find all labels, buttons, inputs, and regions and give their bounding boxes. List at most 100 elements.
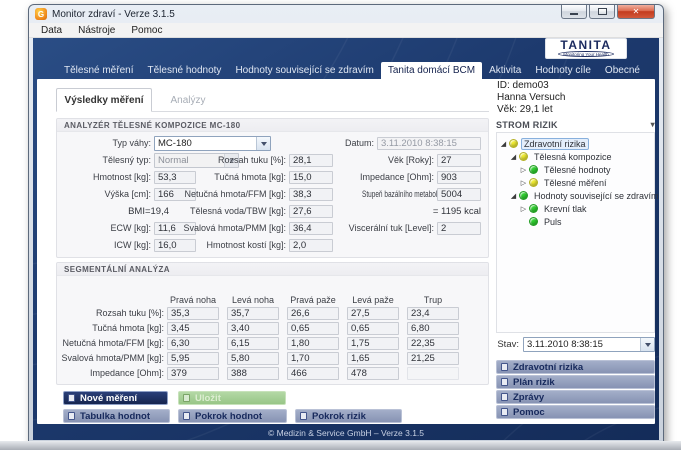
risk-tree-title: STROM RIZIK: [496, 120, 558, 130]
minimize-button[interactable]: [561, 5, 587, 19]
button-icon: [501, 393, 508, 401]
seg-cell: 26,6: [287, 307, 339, 320]
desktop-strip: [0, 441, 681, 450]
seg-cell: 5,95: [167, 352, 219, 365]
tanita-logo-text: TANITA: [560, 40, 611, 51]
icw-label: ICW [kg]:: [57, 239, 151, 252]
tree-item-telesna-kompozice[interactable]: ◢ Tělesná kompozice: [497, 150, 654, 163]
tab-aktivita[interactable]: Aktivita: [482, 62, 528, 79]
col-prava-noha: Pravá noha: [167, 295, 219, 305]
titlebar[interactable]: G Monitor zdraví - Verze 3.1.5 ✕: [29, 5, 663, 23]
telesna-voda-field: 27,6: [289, 205, 333, 218]
button-icon: [68, 412, 75, 420]
metabolismus-label: Stupeň bazálního metabolismu [kJ]:: [362, 188, 434, 201]
risk-status-dot: [529, 178, 538, 187]
stav-select[interactable]: 3.11.2010 8:38:15: [523, 337, 655, 352]
tree-item-puls[interactable]: Puls: [497, 215, 654, 228]
seg-netucna-hmota-label: Netučná hmota/FFM [kg]:: [57, 337, 164, 350]
menu-nastroje[interactable]: Nástroje: [70, 25, 123, 36]
button-label: Zprávy: [513, 392, 544, 403]
zdravotni-rizika-button[interactable]: Zdravotní rizika: [496, 360, 655, 374]
footer-copyright: © Medizin & Service GmbH – Verze 3.1.5: [33, 428, 659, 438]
seg-cell: 6,15: [227, 337, 279, 350]
seg-cell: 35,7: [227, 307, 279, 320]
tree-item-label: Tělesné měření: [541, 177, 610, 189]
seg-tucna-hmota-label: Tučná hmota [kg]:: [57, 322, 164, 335]
seg-cell: 1,70: [287, 352, 339, 365]
visceralni-tuk-label: Viscerální tuk [Level]:: [294, 222, 434, 235]
vyska-label: Výška [cm]:: [57, 188, 151, 201]
risk-status-dot: [529, 204, 538, 213]
app-window: G Monitor zdraví - Verze 3.1.5 ✕ Data Ná…: [28, 4, 664, 445]
tucna-hmota-label: Tučná hmota [kg]:: [167, 171, 286, 184]
analyzer-group: ANALYZÉR TĚLESNÉ KOMPOZICE MC-180 Typ vá…: [56, 118, 489, 258]
seg-rozsah-tuku-label: Rozsah tuku [%]:: [57, 307, 164, 320]
plan-rizik-button[interactable]: Plán rizik: [496, 375, 655, 389]
pomoc-button[interactable]: Pomoc: [496, 405, 655, 419]
seg-cell: 27,5: [347, 307, 399, 320]
risk-tree: ◢ Zdravotní rizika ◢ Tělesná kompozice ▷…: [496, 132, 655, 333]
subtab-vysledky-mereni[interactable]: Výsledky měření: [56, 88, 152, 112]
pokrok-hodnot-button[interactable]: Pokrok hodnot: [178, 409, 287, 423]
tree-item-krevni-tlak[interactable]: ▷ Krevní tlak: [497, 202, 654, 215]
seg-cell: 22,35: [407, 337, 459, 350]
button-label: Tabulka hodnot: [80, 411, 150, 422]
tab-telesne-hodnoty[interactable]: Tělesné hodnoty: [140, 62, 228, 79]
tab-tanita-domaci-bcm[interactable]: Tanita domácí BCM: [381, 62, 482, 79]
tree-expander-icon[interactable]: ▷: [519, 166, 528, 174]
tree-item-telesne-hodnoty[interactable]: ▷ Tělesné hodnoty: [497, 163, 654, 176]
col-prava-paze: Pravá paže: [287, 295, 339, 305]
tree-item-label: Tělesná kompozice: [531, 151, 615, 163]
tree-expander-icon[interactable]: ▷: [519, 179, 528, 187]
nove-mereni-button[interactable]: Nové měření: [63, 391, 168, 405]
tab-hodnoty-souvisejici[interactable]: Hodnoty související se zdravím: [228, 62, 380, 79]
close-button[interactable]: ✕: [617, 5, 655, 19]
datum-field: 3.11.2010 8:38:15: [377, 137, 481, 150]
menu-bar: Data Nástroje Pomoc: [29, 23, 663, 38]
chevron-down-icon: [645, 343, 651, 347]
hmotnost-kosti-field: 2,0: [289, 239, 333, 252]
seg-cell: 3,45: [167, 322, 219, 335]
button-label: Plán rizik: [513, 377, 555, 388]
patient-info: ID: demo03 Hanna Versuch Věk: 29,1 let: [497, 80, 565, 116]
tree-item-telesne-mereni[interactable]: ▷ Tělesné měření: [497, 176, 654, 189]
button-icon: [300, 412, 307, 420]
patient-age: Věk: 29,1 let: [497, 104, 565, 116]
maximize-button[interactable]: [589, 5, 615, 19]
typ-vahy-dropdown-arrow[interactable]: [256, 137, 270, 150]
main-area: TANITA Monitoring Your Health Tělesné mě…: [33, 38, 659, 440]
pokrok-rizik-button[interactable]: Pokrok rizik: [295, 409, 402, 423]
tab-obecne[interactable]: Obecné: [598, 62, 647, 79]
tanita-logo: TANITA Monitoring Your Health: [545, 38, 627, 59]
stav-value: 3.11.2010 8:38:15: [524, 339, 640, 350]
visceralni-tuk-field: 2: [437, 222, 481, 235]
seg-svalova-hmota-label: Svalová hmota/PMM [kg]:: [57, 352, 164, 365]
tabulka-hodnot-button[interactable]: Tabulka hodnot: [63, 409, 170, 423]
seg-cell: 1,80: [287, 337, 339, 350]
seg-impedance-label: Impedance [Ohm]:: [57, 367, 164, 380]
tree-expander-icon[interactable]: ◢: [509, 192, 518, 200]
tree-expander-icon[interactable]: ◢: [499, 140, 508, 148]
seg-cell: 1,65: [347, 352, 399, 365]
kcal-value: = 1195 kcal: [381, 205, 481, 218]
seg-cell: 0,65: [347, 322, 399, 335]
tree-expander-icon[interactable]: ◢: [509, 153, 518, 161]
button-label: Pomoc: [513, 407, 545, 418]
telesna-voda-label: Tělesná voda/TBW [kg]:: [167, 205, 286, 218]
seg-cell: 466: [287, 367, 339, 380]
typ-vahy-select[interactable]: MC-180: [154, 136, 271, 151]
collapse-panel-icon[interactable]: ▾: [651, 120, 655, 129]
tab-hodnoty-cile[interactable]: Hodnoty cíle: [528, 62, 598, 79]
zpravy-button[interactable]: Zprávy: [496, 390, 655, 404]
app-icon[interactable]: G: [35, 8, 47, 20]
tree-expander-icon[interactable]: ▷: [519, 205, 528, 213]
menu-data[interactable]: Data: [33, 25, 70, 36]
analyzer-group-title: ANALYZÉR TĚLESNÉ KOMPOZICE MC-180: [57, 119, 488, 132]
menu-pomoc[interactable]: Pomoc: [123, 25, 170, 36]
stav-dropdown-arrow[interactable]: [640, 338, 654, 351]
tree-item-hodnoty-souvisejici[interactable]: ◢ Hodnoty související se zdravím: [497, 189, 654, 202]
tree-item-zdravotni-rizika[interactable]: ◢ Zdravotní rizika: [497, 137, 654, 150]
tab-telesne-mereni[interactable]: Tělesné měření: [57, 62, 140, 79]
ulozit-button[interactable]: Uložit: [178, 391, 286, 405]
subtab-analyzy[interactable]: Analýzy: [158, 88, 218, 112]
